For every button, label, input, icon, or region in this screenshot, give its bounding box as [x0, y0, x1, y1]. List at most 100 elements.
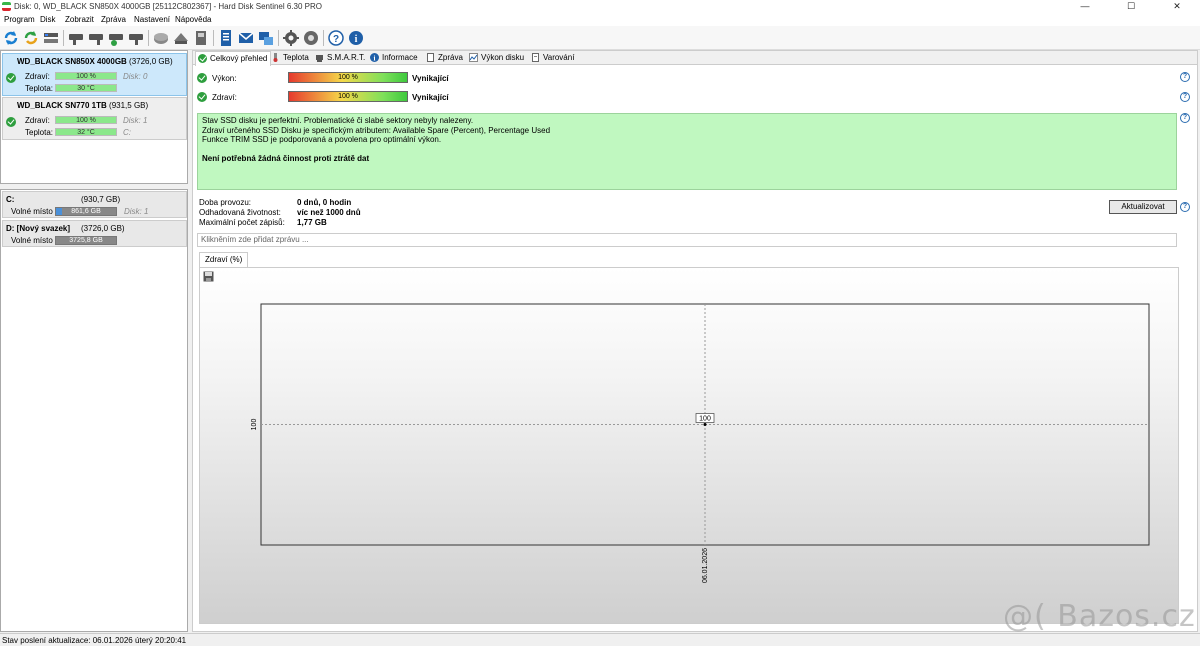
help-icon[interactable]: ? — [1180, 202, 1190, 212]
info-icon[interactable]: i — [347, 29, 365, 47]
alerts-icon[interactable] — [302, 29, 320, 47]
settings-icon[interactable] — [282, 29, 300, 47]
performance-label: Výkon: — [212, 74, 237, 83]
info-icon: i — [370, 53, 379, 62]
refresh-icon[interactable] — [2, 29, 20, 47]
minimize-button[interactable]: — — [1062, 0, 1108, 13]
status-ok-icon — [6, 73, 16, 83]
window-title: Disk: 0, WD_BLACK SN850X 4000GB [25112C8… — [14, 2, 323, 11]
free-space-bar: 861,6 GB — [55, 207, 117, 216]
temp-bar: 30 °C — [55, 84, 117, 92]
svg-text:i: i — [355, 34, 358, 45]
left-panel: WD_BLACK SN850X 4000GB (3726,0 GB) Zdrav… — [0, 50, 188, 632]
tab-health-chart[interactable]: Zdraví (%) — [199, 252, 249, 267]
lifetime-value: víc než 1000 dnů — [297, 208, 361, 217]
temp-bar: 32 °C — [55, 128, 117, 136]
menu-nastaveni[interactable]: Nastavení — [134, 15, 170, 24]
menu-bar: Program Disk Zobrazit Zpráva Nastavení N… — [0, 13, 1200, 26]
tab-bar: Celkový přehled Teplota S.M.A.R.T. i Info… — [193, 51, 1197, 66]
status-bar: Stav poslení aktualizace: 06.01.2026 úte… — [0, 633, 1200, 646]
tab-label: Varování — [543, 53, 575, 62]
disk-list: WD_BLACK SN850X 4000GB (3726,0 GB) Zdrav… — [0, 50, 188, 184]
chart-area: 100 100 06.01.2026 — [199, 267, 1179, 624]
alert-document-icon — [532, 53, 539, 62]
disk-name: WD_BLACK SN850X 4000GB (3726,0 GB) — [17, 57, 173, 66]
tab-report[interactable]: Zpráva — [424, 51, 466, 65]
volume-item-c[interactable]: C: (930,7 GB) Volné místo 861,6 GB Disk:… — [2, 191, 187, 218]
tab-label: Celkový přehled — [210, 54, 268, 63]
title-bar: Disk: 0, WD_BLACK SN850X 4000GB [25112C8… — [0, 0, 1200, 13]
free-space-fill — [56, 208, 62, 215]
message-input[interactable]: Klikněním zde přidat zprávu ... — [197, 233, 1177, 247]
disk-item-0[interactable]: WD_BLACK SN850X 4000GB (3726,0 GB) Zdrav… — [2, 53, 187, 96]
report-icon[interactable] — [217, 29, 235, 47]
menu-disk[interactable]: Disk — [40, 15, 56, 24]
free-space-label: Volné místo — [11, 236, 53, 245]
status-description: Stav SSD disku je perfektní. Problematic… — [197, 113, 1177, 190]
tab-information[interactable]: i Informace — [368, 51, 421, 65]
volume-size: (930,7 GB) — [81, 195, 121, 204]
refresh-all-icon[interactable] — [22, 29, 40, 47]
right-panel: Celkový přehled Teplota S.M.A.R.T. i Info… — [192, 50, 1198, 632]
help-icon[interactable]: ? — [1180, 113, 1190, 123]
send-icon[interactable] — [257, 29, 275, 47]
volume-item-d[interactable]: D: [Nový svazek] (3726,0 GB) Volné místo… — [2, 220, 187, 247]
uptime-value: 0 dnů, 0 hodin — [297, 198, 352, 207]
tab-alerts[interactable]: Varování — [529, 51, 577, 65]
acoustic-icon[interactable] — [152, 29, 170, 47]
backup-icon[interactable] — [192, 29, 210, 47]
disk-test-icon[interactable] — [87, 29, 105, 47]
health-label: Zdraví: — [25, 116, 50, 125]
menu-napoveda[interactable]: Nápověda — [175, 15, 211, 24]
x-tick-label: 06.01.2026 — [702, 548, 709, 583]
tab-smart[interactable]: S.M.A.R.T. — [313, 51, 368, 65]
refresh-button[interactable]: Aktualizovat — [1109, 200, 1177, 214]
status-recommendation: Není potřebná žádná činnost proti ztrátě… — [202, 153, 370, 163]
disk-size: (3726,0 GB) — [129, 57, 173, 66]
toolbar-separator — [278, 30, 279, 46]
health-ok-icon — [197, 92, 207, 102]
chip-icon — [316, 55, 323, 62]
app-icon — [2, 2, 11, 11]
tab-performance[interactable]: Výkon disku — [467, 51, 527, 65]
health-bar: 100 % — [55, 72, 117, 80]
email-icon[interactable] — [237, 29, 255, 47]
free-space-bar: 3725,8 GB — [55, 236, 117, 245]
status-ok-icon — [6, 117, 16, 127]
check-icon — [198, 54, 207, 63]
tab-label: Výkon disku — [481, 53, 525, 62]
disk-item-1[interactable]: WD_BLACK SN770 1TB (931,5 GB) Zdraví: 10… — [2, 97, 187, 140]
help-icon[interactable]: ? — [327, 29, 345, 47]
disk-list-icon[interactable] — [42, 29, 60, 47]
disk-ok-icon[interactable] — [107, 29, 125, 47]
help-icon[interactable]: ? — [1180, 72, 1190, 82]
uptime-label: Doba provozu: — [199, 198, 252, 207]
status-line: Funkce TRIM SSD je podporovaná a povolen… — [202, 135, 442, 144]
close-button[interactable]: ✕ — [1154, 0, 1200, 13]
maximize-button[interactable]: ☐ — [1108, 0, 1154, 13]
svg-text:i: i — [374, 55, 376, 63]
chart-tab-bar: Zdraví (%) — [199, 252, 1179, 267]
toolbar-separator — [148, 30, 149, 46]
disk-check-icon[interactable] — [127, 29, 145, 47]
tab-overview[interactable]: Celkový přehled — [195, 51, 272, 66]
volume-letter: C: — [123, 128, 131, 137]
data-point — [703, 423, 707, 426]
performance-ok-icon — [197, 73, 207, 83]
menu-zprava[interactable]: Zpráva — [101, 15, 126, 24]
status-text: Stav poslení aktualizace: 06.01.2026 úte… — [2, 636, 187, 645]
menu-program[interactable]: Program — [4, 15, 35, 24]
disk-name-text: WD_BLACK SN770 1TB — [17, 101, 107, 110]
surface-test-icon[interactable] — [67, 29, 85, 47]
tab-label: Zpráva — [438, 53, 463, 62]
thermometer-icon — [273, 53, 278, 62]
help-icon[interactable]: ? — [1180, 92, 1190, 102]
menu-zobrazit[interactable]: Zobrazit — [65, 15, 94, 24]
status-line: Stav SSD disku je perfektní. Problematic… — [202, 116, 474, 125]
health-chart: 100 100 06.01.2026 — [251, 303, 1150, 583]
svg-text:?: ? — [333, 34, 339, 45]
spindown-icon[interactable] — [172, 29, 190, 47]
tab-temperature[interactable]: Teplota — [269, 51, 312, 65]
health-bar: 100 % — [55, 116, 117, 124]
disk-name-text: WD_BLACK SN850X 4000GB — [17, 57, 127, 66]
